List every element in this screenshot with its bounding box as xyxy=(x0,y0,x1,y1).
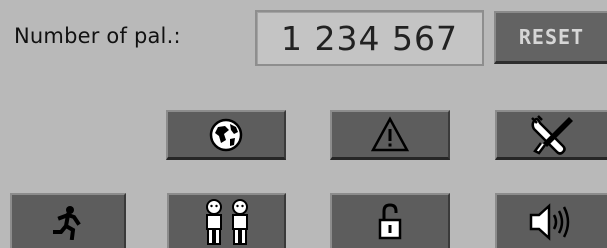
globe-icon xyxy=(206,115,246,155)
tools-button[interactable] xyxy=(495,110,607,160)
globe-button[interactable] xyxy=(166,110,286,160)
sound-button[interactable] xyxy=(495,193,607,248)
pallet-counter-label: Number of pal.: xyxy=(14,24,181,48)
reset-button[interactable]: RESET xyxy=(494,11,607,64)
warning-triangle-icon xyxy=(370,115,410,155)
speaker-icon xyxy=(527,200,577,244)
unlocked-padlock-icon xyxy=(375,202,405,242)
pallet-counter-display: 1 234 567 xyxy=(255,10,484,66)
two-persons-icon xyxy=(200,198,254,246)
running-person-icon xyxy=(52,204,84,240)
lock-button[interactable] xyxy=(330,193,450,248)
warning-button[interactable] xyxy=(330,110,450,160)
users-button[interactable] xyxy=(167,193,286,248)
exit-button[interactable] xyxy=(10,193,126,248)
wrench-screwdriver-icon xyxy=(527,112,577,158)
control-panel-screen: Number of pal.: 1 234 567 RESET xyxy=(0,0,607,248)
